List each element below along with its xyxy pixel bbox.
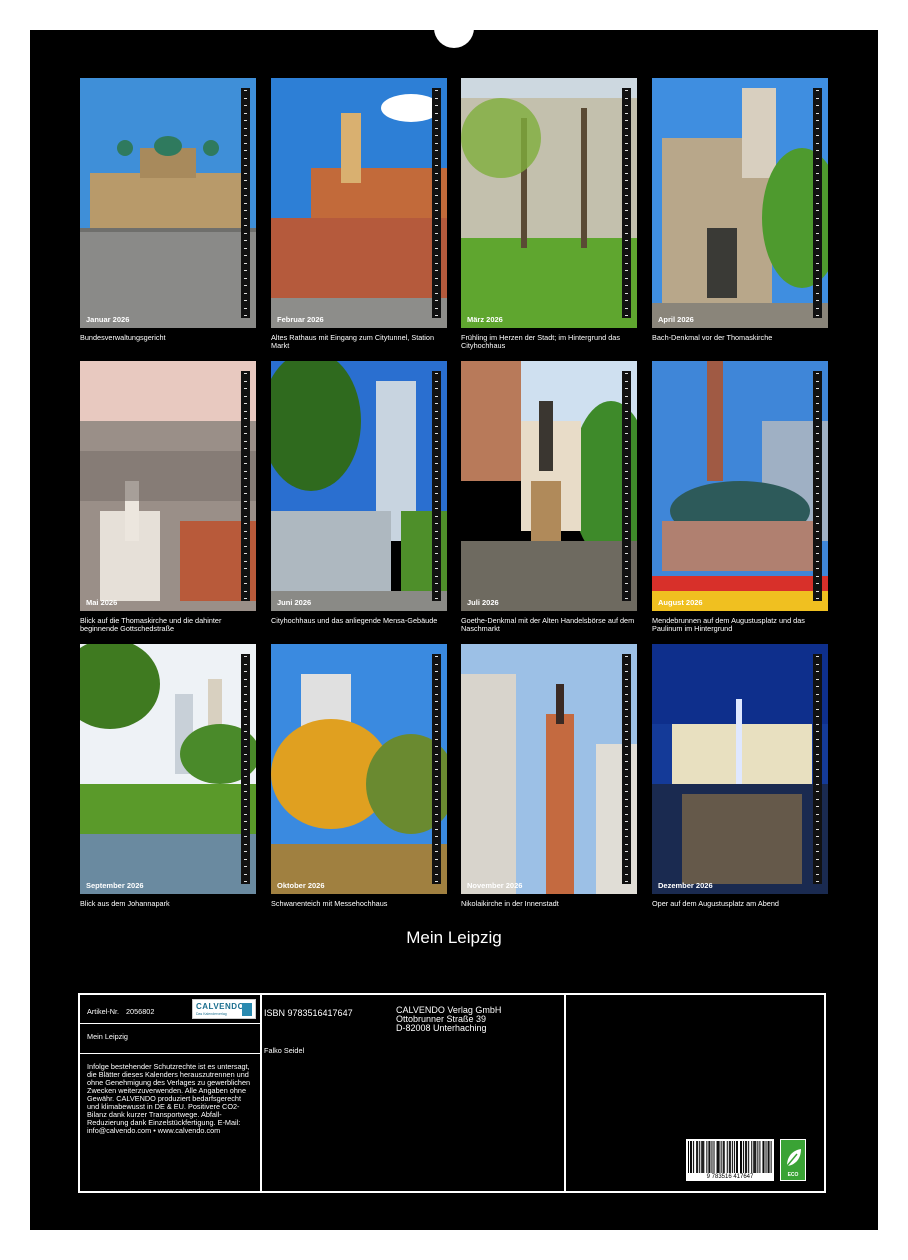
barcode: 9 783516 417647 [686, 1139, 774, 1181]
photo-caption: Bundesverwaltungsgericht [80, 333, 166, 342]
month-photo: November 2026 [461, 644, 637, 894]
isbn: ISBN 9783516417647 [264, 1008, 353, 1018]
day-strip [241, 88, 250, 318]
month-label: Februar 2026 [277, 315, 324, 324]
month-photo: Juli 2026 [461, 361, 637, 611]
photo-caption: Mendebrunnen auf dem Augustusplatz und d… [652, 616, 805, 633]
month-label: Januar 2026 [86, 315, 130, 324]
logo-text: CALVENDO [196, 1002, 245, 1011]
photo-caption: Frühling im Herzen der Stadt; im Hinterg… [461, 333, 620, 350]
photo-caption: Bach-Denkmal vor der Thomaskirche [652, 333, 773, 342]
barcode-digits: 9 783516 417647 [686, 1174, 774, 1180]
month-photo: März 2026 [461, 78, 637, 328]
photo-caption: Schwanenteich mit Messehochhaus [271, 899, 388, 908]
photo-image [80, 644, 256, 894]
photo-image [271, 361, 447, 611]
month-label: Mai 2026 [86, 598, 118, 607]
photo-image [80, 361, 256, 611]
month-photo: August 2026 [652, 361, 828, 611]
author: Falko Seidel [264, 1046, 305, 1055]
photo-caption: Blick aus dem Johannapark [80, 899, 170, 908]
info-box: Artikel-Nr. 2056802 CALVENDO Das Kalende… [78, 993, 826, 1193]
month-photo: Mai 2026 [80, 361, 256, 611]
day-strip [813, 654, 822, 884]
calendar-title: Mein Leipzig [406, 928, 502, 947]
month-photo: Januar 2026 [80, 78, 256, 328]
month-photo: Juni 2026 [271, 361, 447, 611]
month-label: Dezember 2026 [658, 881, 713, 890]
photo-caption: Blick auf die Thomaskirche und die dahin… [80, 616, 222, 633]
day-strip [813, 88, 822, 318]
photo-caption: Oper auf dem Augustusplatz am Abend [652, 899, 779, 908]
month-photo: Oktober 2026 [271, 644, 447, 894]
day-strip [432, 654, 441, 884]
eco-badge: ECO [780, 1139, 806, 1181]
month-label: September 2026 [86, 881, 144, 890]
day-strip [622, 88, 631, 318]
publisher-line3: D-82008 Unterhaching [396, 1023, 487, 1033]
month-label: April 2026 [658, 315, 694, 324]
month-label: Juni 2026 [277, 598, 312, 607]
info-divider [260, 995, 262, 1191]
month-label: Juli 2026 [467, 598, 499, 607]
day-strip [241, 654, 250, 884]
logo-subtext: Das Kalenderverlag [196, 1012, 227, 1016]
month-label: November 2026 [467, 881, 523, 890]
day-strip [241, 371, 250, 601]
info-divider [80, 1053, 260, 1054]
day-strip [622, 654, 631, 884]
article-number: 2056802 [126, 1007, 155, 1016]
day-strip [813, 371, 822, 601]
photo-image [271, 644, 447, 894]
photo-image [461, 78, 637, 328]
photo-image [652, 78, 828, 328]
month-photo: April 2026 [652, 78, 828, 328]
product-title: Mein Leipzig [87, 1032, 128, 1041]
legal-text: Infolge bestehender Schutzrechte ist es … [87, 1062, 251, 1135]
photo-caption: Goethe-Denkmal mit der Alten Handelsbörs… [461, 616, 635, 633]
photo-image [461, 361, 637, 611]
photo-image [652, 644, 828, 894]
article-label: Artikel-Nr. [87, 1007, 120, 1016]
photo-caption: Cityhochhaus und das anliegende Mensa-Ge… [271, 616, 438, 625]
month-photo: Dezember 2026 [652, 644, 828, 894]
month-label: Oktober 2026 [277, 881, 325, 890]
day-strip [432, 371, 441, 601]
month-label: März 2026 [467, 315, 503, 324]
photo-image [271, 78, 447, 328]
info-divider [80, 1023, 260, 1024]
eco-label: ECO [787, 1172, 799, 1178]
photo-image [652, 361, 828, 611]
logo-mark-icon [242, 1003, 252, 1016]
photo-caption: Nikolaikirche in der Innenstadt [461, 899, 559, 908]
info-divider [564, 995, 566, 1191]
photo-image [80, 78, 256, 328]
photo-image [461, 644, 637, 894]
leaf-icon [786, 1149, 801, 1167]
month-photo: Februar 2026 [271, 78, 447, 328]
calvendo-logo: CALVENDO Das Kalenderverlag [192, 999, 256, 1019]
day-strip [622, 371, 631, 601]
photo-caption: Altes Rathaus mit Eingang zum Citytunnel… [271, 333, 435, 350]
month-photo: September 2026 [80, 644, 256, 894]
month-label: August 2026 [658, 598, 703, 607]
day-strip [432, 88, 441, 318]
